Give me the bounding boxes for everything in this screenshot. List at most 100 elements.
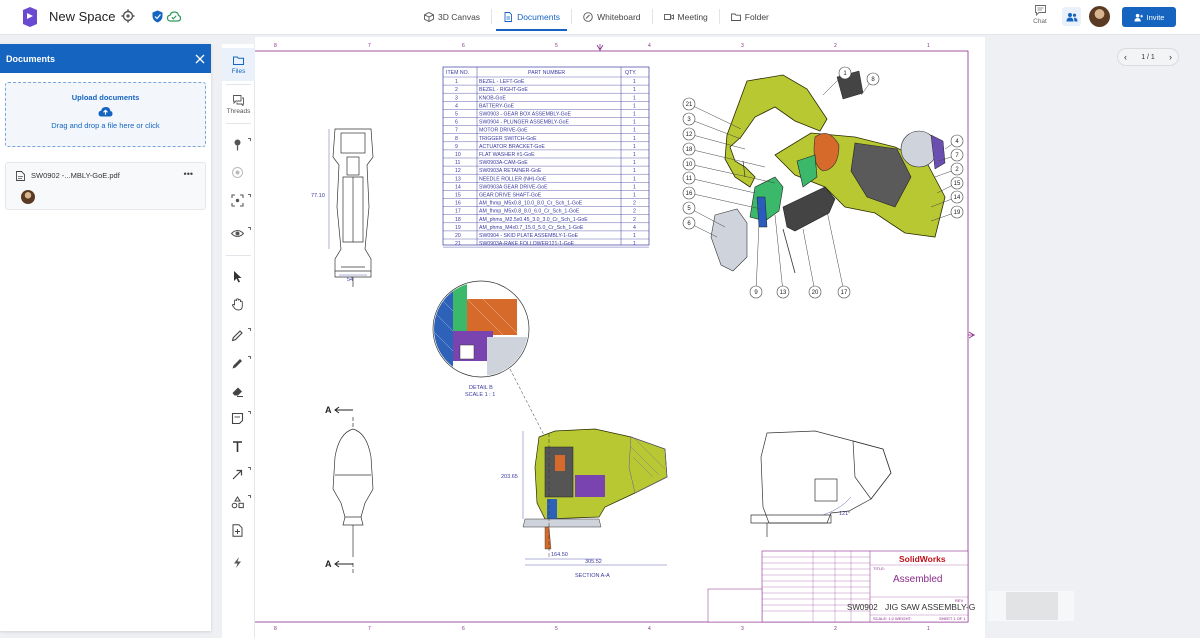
balloon-label: 16 bbox=[686, 191, 693, 197]
rail-tab-files[interactable]: Files bbox=[222, 48, 255, 81]
drawing-number: SW0902 bbox=[847, 603, 878, 612]
tab-label: Documents bbox=[517, 11, 561, 22]
documents-panel-header: Documents bbox=[0, 44, 211, 73]
bill-of-materials: ITEM NO. PART NUMBER QTY. 1 BEZEL - LEFT-… bbox=[442, 66, 650, 248]
zone-number: 3 bbox=[741, 626, 744, 632]
bom-cell: 15 bbox=[455, 193, 461, 199]
upload-dropzone[interactable]: Upload documents Drag and drop a file he… bbox=[5, 82, 206, 147]
shield-icon[interactable] bbox=[152, 10, 163, 23]
bom-cell: SW0903A GEAR DRIVE-GoE bbox=[479, 184, 548, 190]
document-list-item[interactable]: SW0902 -...MBLY-GoE.pdf ••• bbox=[5, 162, 206, 210]
border-zone-numbers: 8 7 6 5 4 3 2 1 8 7 6 5 4 3 2 1 bbox=[274, 43, 930, 632]
bom-cell: SW0903 - GEAR BOX ASSEMBLY-GoE bbox=[479, 112, 572, 118]
note-tool[interactable] bbox=[231, 412, 246, 427]
space-title[interactable]: New Space bbox=[49, 9, 115, 24]
participants-button[interactable] bbox=[1062, 7, 1081, 26]
focus-tool[interactable] bbox=[231, 194, 246, 209]
select-tool[interactable] bbox=[231, 270, 246, 285]
prev-page-icon[interactable]: ‹ bbox=[1124, 52, 1127, 62]
title-block: SolidWorks TITLE: Assembled SW0902 JIG S… bbox=[707, 550, 975, 623]
insert-file-tool[interactable] bbox=[231, 524, 246, 539]
target-tool[interactable] bbox=[231, 166, 246, 181]
bom-cell: 1 bbox=[633, 184, 636, 190]
engineering-drawing: 8 7 6 5 4 3 2 1 8 7 6 5 4 3 2 1 ITEM NO.… bbox=[255, 43, 975, 632]
cloud-upload-icon bbox=[98, 107, 113, 117]
pan-tool[interactable] bbox=[231, 298, 246, 313]
bom-cell: 1 bbox=[633, 79, 636, 85]
sticky-note-icon bbox=[231, 412, 244, 425]
section-label: SECTION A-A bbox=[575, 573, 610, 579]
detail-view-b: DETAIL B SCALE 1 : 1 bbox=[432, 280, 546, 438]
balloon-leader bbox=[774, 214, 784, 293]
cube-icon bbox=[424, 11, 434, 22]
pin-icon bbox=[234, 139, 241, 151]
dimension-label: 203.65 bbox=[501, 474, 518, 480]
dimension-label: 305.52 bbox=[585, 559, 602, 565]
zone-number: 1 bbox=[927, 43, 930, 49]
bom-cell: 16 bbox=[455, 201, 461, 207]
tab-3d-canvas[interactable]: 3D Canvas bbox=[413, 0, 491, 33]
highlighter-tool[interactable] bbox=[231, 357, 246, 372]
balloon-label: 10 bbox=[686, 162, 693, 168]
document-canvas[interactable]: 8 7 6 5 4 3 2 1 8 7 6 5 4 3 2 1 ITEM NO.… bbox=[255, 37, 985, 638]
pin-tool[interactable] bbox=[231, 138, 246, 153]
zone-number: 2 bbox=[834, 43, 837, 49]
pdf-file-icon bbox=[16, 171, 25, 181]
next-page-icon[interactable]: › bbox=[1169, 52, 1172, 62]
bom-cell: SW0903A-CAM-GoE bbox=[479, 160, 528, 166]
page-navigator: ‹ 1 / 1 › bbox=[1117, 48, 1179, 66]
threads-icon bbox=[233, 94, 244, 106]
arrow-tool[interactable] bbox=[231, 468, 246, 483]
pen-icon bbox=[231, 330, 243, 342]
zone-number: 7 bbox=[368, 43, 371, 49]
eraser-tool[interactable] bbox=[231, 385, 246, 400]
tool-expand-marker bbox=[248, 328, 251, 331]
rail-tab-threads[interactable]: Threads bbox=[222, 88, 255, 121]
balloon-label: 11 bbox=[686, 176, 693, 182]
hand-icon bbox=[231, 298, 243, 311]
zone-number: 8 bbox=[274, 626, 277, 632]
bom-cell: 2 bbox=[455, 87, 458, 93]
visibility-tool[interactable] bbox=[230, 227, 246, 242]
chat-button[interactable]: Chat bbox=[1029, 5, 1051, 25]
invite-button[interactable]: Invite bbox=[1122, 7, 1176, 27]
tool-expand-marker bbox=[248, 227, 251, 230]
pen-tool[interactable] bbox=[231, 329, 246, 344]
tool-expand-marker bbox=[248, 411, 251, 414]
text-tool[interactable] bbox=[231, 440, 246, 455]
tool-expand-marker bbox=[248, 138, 251, 141]
bom-cell: 2 bbox=[633, 217, 636, 223]
highlighter-icon bbox=[232, 359, 242, 369]
tab-meeting[interactable]: Meeting bbox=[653, 0, 719, 33]
zone-number: 3 bbox=[741, 43, 744, 49]
tab-documents[interactable]: Documents bbox=[492, 0, 571, 33]
side-view: 121° bbox=[750, 430, 892, 537]
section-view-a-a bbox=[522, 428, 668, 557]
focus-icon bbox=[231, 194, 244, 207]
tab-whiteboard[interactable]: Whiteboard bbox=[572, 0, 651, 33]
front-view bbox=[332, 128, 374, 287]
cursor-icon bbox=[234, 271, 242, 283]
app-logo-icon[interactable] bbox=[22, 7, 38, 27]
page-indicator: 1 / 1 bbox=[1141, 53, 1155, 61]
tab-folder[interactable]: Folder bbox=[720, 0, 780, 33]
drawing-title: Assembled bbox=[893, 574, 942, 585]
bom-cell: BEZEL - LEFT-GoE bbox=[479, 79, 525, 85]
angle-dimension: 121° bbox=[839, 511, 850, 517]
shapes-tool[interactable] bbox=[231, 496, 246, 511]
section-marks: A A bbox=[325, 405, 353, 569]
balloon-label: 17 bbox=[841, 290, 848, 296]
more-options-icon[interactable]: ••• bbox=[184, 169, 193, 179]
tool-rail: Files Threads bbox=[222, 44, 255, 638]
zone-number: 8 bbox=[274, 43, 277, 49]
clear-tool[interactable] bbox=[231, 556, 246, 571]
detail-scale: SCALE 1 : 1 bbox=[465, 392, 495, 398]
bom-cell: 7 bbox=[455, 128, 458, 134]
zone-number: 4 bbox=[648, 43, 651, 49]
whiteboard-icon bbox=[583, 11, 593, 22]
gear-icon[interactable] bbox=[121, 9, 135, 23]
close-icon[interactable] bbox=[195, 54, 205, 64]
tab-label: Folder bbox=[744, 11, 769, 22]
cloud-sync-icon[interactable] bbox=[167, 11, 181, 22]
user-avatar[interactable] bbox=[1089, 6, 1110, 27]
